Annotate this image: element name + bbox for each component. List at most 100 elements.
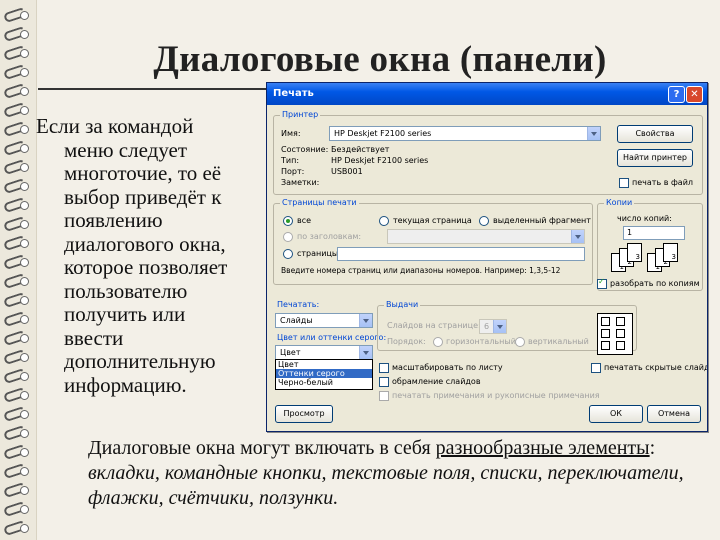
properties-button[interactable]: Свойства (617, 125, 693, 143)
left-line: многоточие, то её (64, 161, 222, 185)
type-value: HP Deskjet F2100 series (331, 156, 429, 165)
type-label: Тип: (281, 156, 300, 165)
print-to-file-label: печать в файл (632, 178, 694, 187)
color-option[interactable]: Оттенки серого (276, 369, 372, 378)
copies-stepper[interactable]: 1 (623, 226, 685, 240)
spiral-ring-icon (4, 160, 30, 172)
color-option[interactable]: Цвет (276, 360, 372, 369)
copies-group-label: Копии (604, 198, 635, 207)
current-page-radio[interactable] (379, 216, 389, 226)
chevron-down-icon[interactable] (571, 230, 584, 243)
left-line: меню следует (64, 137, 188, 162)
slide-title: Диалоговые окна (панели) (153, 39, 607, 80)
left-line: появлению (64, 208, 163, 232)
color-select[interactable]: Цвет (275, 345, 373, 360)
spiral-ring-icon (4, 122, 30, 134)
spiral-ring-icon (4, 8, 30, 20)
print-hidden-label: печатать скрытые слайды (604, 363, 708, 372)
left-line: которое позволяет (64, 255, 228, 279)
collate-checkbox[interactable] (597, 277, 607, 289)
chevron-down-icon[interactable] (359, 314, 372, 327)
preview-button[interactable]: Просмотр (275, 405, 333, 423)
selection-radio[interactable] (479, 216, 489, 226)
help-icon[interactable]: ? (668, 86, 685, 103)
spiral-ring-icon (4, 65, 30, 77)
spiral-ring-icon (4, 312, 30, 324)
print-to-file-checkbox[interactable] (619, 178, 629, 188)
frame-slides-checkbox[interactable] (379, 377, 389, 387)
print-dialog: Печать ? ✕ Принтер Имя: HP Deskjet F2100… (266, 82, 708, 432)
left-line: диалогового окна, (64, 231, 226, 256)
left-line: ввести (64, 325, 124, 350)
preview-cell (601, 317, 610, 326)
pages-radio[interactable] (283, 249, 293, 259)
spiral-ring-icon (4, 84, 30, 96)
find-printer-button[interactable]: Найти принтер (617, 149, 693, 167)
spiral-ring-icon (4, 179, 30, 191)
status-value: Бездействует (331, 145, 390, 154)
page-number: 3 (671, 253, 676, 261)
chevron-down-icon[interactable] (493, 320, 506, 333)
color-dropdown-list[interactable]: Цвет Оттенки серого Черно-белый (275, 359, 373, 390)
spiral-binding (0, 0, 37, 540)
fit-to-page-checkbox[interactable] (379, 363, 389, 373)
left-line: Если за командой (36, 114, 194, 138)
left-line: получить или (64, 302, 186, 326)
handout-preview (597, 313, 633, 355)
title-bar[interactable]: Печать ? ✕ (267, 83, 707, 105)
spiral-ring-icon (4, 293, 30, 305)
color-value: Цвет (280, 348, 301, 357)
color-option[interactable]: Черно-белый (276, 378, 372, 387)
port-label: Порт: (281, 167, 305, 176)
spiral-ring-icon (4, 46, 30, 58)
all-radio[interactable] (283, 216, 293, 226)
collate-page-icon: 3 (663, 243, 678, 262)
left-line: информацию. (64, 372, 187, 397)
spiral-ring-icon (4, 388, 30, 400)
horizontal-radio[interactable] (433, 337, 443, 347)
close-icon[interactable]: ✕ (686, 86, 703, 103)
left-paragraph: Если за командой меню следует многоточие… (36, 114, 266, 397)
printer-group-label: Принтер (280, 110, 321, 119)
collate-page-icon: 3 (627, 243, 642, 262)
pages-label: страницы: (297, 249, 341, 258)
print-comments-checkbox[interactable] (379, 391, 389, 401)
page-number: 3 (635, 253, 640, 261)
print-what-label: Печатать: (277, 300, 320, 309)
bottom-underlined: разнообразные элементы (435, 437, 650, 459)
spiral-ring-icon (4, 350, 30, 362)
by-headings-radio[interactable] (283, 232, 293, 242)
print-hidden-checkbox[interactable] (591, 363, 601, 373)
color-label: Цвет или оттенки серого: (277, 333, 387, 342)
printer-name-select[interactable]: HP Deskjet F2100 series (329, 126, 601, 141)
headings-select[interactable] (387, 229, 585, 244)
notes-label: Заметки: (281, 178, 320, 187)
pages-field[interactable] (337, 247, 585, 261)
left-line: пользователю (64, 278, 188, 303)
chevron-down-icon[interactable] (587, 127, 600, 140)
spiral-ring-icon (4, 445, 30, 457)
print-what-select[interactable]: Слайды (275, 313, 373, 328)
title-underline (38, 88, 288, 90)
by-headings-label: по заголовкам: (297, 232, 362, 241)
bottom-text: Диалоговые окна могут включать в себя (88, 437, 436, 459)
collate-label: разобрать по копиям (610, 279, 700, 288)
copies-count-label: число копий: (617, 214, 672, 223)
spiral-ring-icon (4, 141, 30, 153)
spiral-ring-icon (4, 198, 30, 210)
copies-value: 1 (627, 228, 633, 237)
ok-button[interactable]: ОК (589, 405, 643, 423)
chevron-down-icon[interactable] (359, 346, 372, 359)
spp-value: 6 (484, 322, 490, 331)
slides-per-page-select[interactable]: 6 (479, 319, 507, 334)
fit-to-page-label: масштабировать по листу (392, 363, 503, 372)
spiral-ring-icon (4, 103, 30, 115)
selection-label: выделенный фрагмент (493, 216, 591, 225)
preview-cell (616, 317, 625, 326)
cancel-button[interactable]: Отмена (647, 405, 701, 423)
preview-cell (601, 329, 610, 338)
vertical-radio[interactable] (515, 337, 525, 347)
print-what-value: Слайды (280, 316, 313, 325)
spiral-ring-icon (4, 483, 30, 495)
spiral-ring-icon (4, 27, 30, 39)
